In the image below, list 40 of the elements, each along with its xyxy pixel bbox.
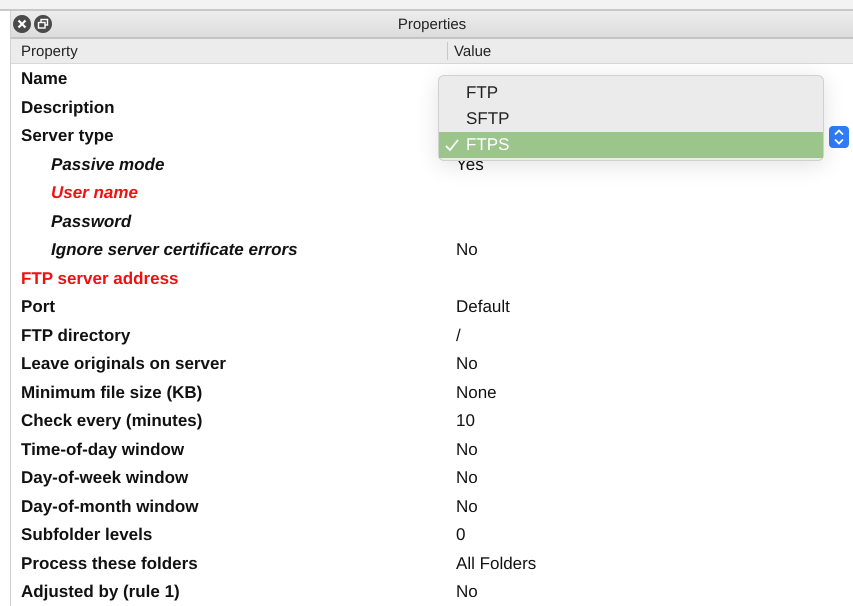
property-value[interactable]: No <box>456 468 478 488</box>
property-value[interactable]: No <box>456 582 478 602</box>
property-value[interactable]: All Folders <box>456 554 536 574</box>
property-name: Minimum file size (KB) <box>20 382 204 403</box>
property-name: Description <box>20 98 116 118</box>
column-header[interactable]: Value <box>447 42 853 60</box>
property-value[interactable]: No <box>456 354 478 374</box>
property-name: Port <box>20 297 56 318</box>
property-value[interactable]: Default <box>456 297 510 318</box>
property-value[interactable]: / <box>456 326 461 346</box>
property-name: Leave originals on server <box>20 354 228 374</box>
property-name: Time-of-day window <box>20 440 186 460</box>
stepper-icon[interactable] <box>829 126 849 148</box>
property-value[interactable]: No <box>456 496 478 517</box>
menu-item[interactable]: SFTP <box>439 106 823 132</box>
property-name: Name <box>20 69 68 90</box>
property-name: Server type <box>20 126 115 146</box>
property-value[interactable]: No <box>456 440 478 460</box>
property-value[interactable]: None <box>456 382 497 403</box>
property-name: FTP directory <box>20 326 132 346</box>
property-name: Check every (minutes) <box>20 411 204 432</box>
property-name: Subfolder levels <box>20 525 154 546</box>
property-name: User name <box>50 183 139 204</box>
property-name: Day-of-week window <box>20 468 190 488</box>
property-name: Password <box>50 212 132 232</box>
window-title: Properties <box>398 16 466 32</box>
property-name: Ignore server certificate errors <box>50 240 299 260</box>
property-name: Passive mode <box>50 154 166 175</box>
restore-icon[interactable] <box>34 15 52 33</box>
property-name: Process these folders <box>20 554 199 574</box>
checkmark-icon <box>444 137 460 153</box>
property-value[interactable]: 10 <box>456 411 475 432</box>
property-name: Day-of-month window <box>20 496 200 517</box>
close-icon[interactable] <box>13 15 31 33</box>
column-header[interactable]: Property <box>11 39 447 63</box>
property-name: FTP server address <box>20 268 180 289</box>
property-value[interactable]: 0 <box>456 525 466 546</box>
property-value[interactable]: No <box>456 240 478 260</box>
menu-item[interactable]: FTP <box>439 80 823 106</box>
property-name: Adjusted by (rule 1) <box>20 582 181 602</box>
